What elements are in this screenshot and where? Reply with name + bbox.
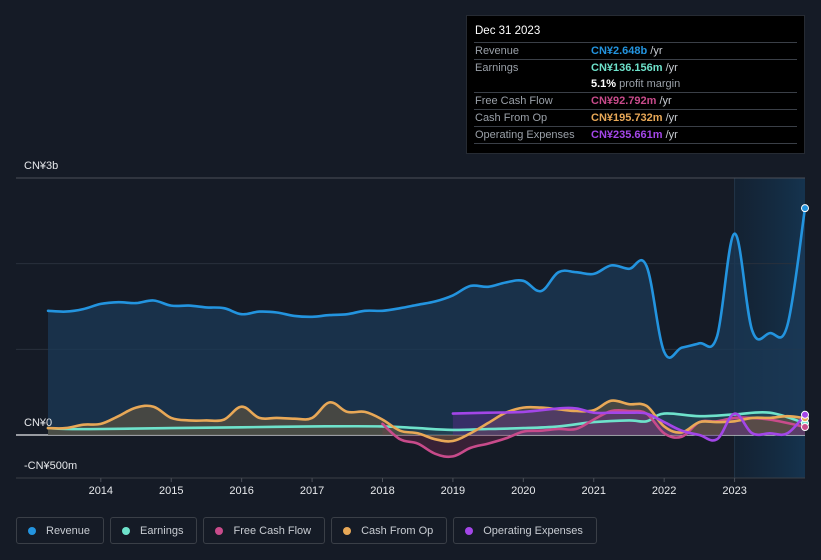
tooltip-unit: /yr <box>650 45 663 57</box>
tooltip-label: Cash From Op <box>475 112 548 124</box>
x-tick-label: 2018 <box>370 485 395 497</box>
x-tick-label: 2019 <box>440 485 466 497</box>
legend-dot-icon <box>343 526 352 535</box>
legend-dot-icon <box>215 526 224 535</box>
y-tick-label-zero: CN¥0 <box>24 417 53 429</box>
tooltip-label: Earnings <box>475 62 519 74</box>
x-tick-label: 2021 <box>581 485 606 497</box>
legend-item-earnings[interactable]: Earnings <box>110 517 198 544</box>
x-tick-label: 2022 <box>651 485 677 497</box>
legend-label: Free Cash Flow <box>233 524 312 537</box>
tooltip-label: Operating Expenses <box>475 129 575 141</box>
x-tick-label: 2014 <box>88 485 114 497</box>
legend-item-cash-from-op[interactable]: Cash From Op <box>331 517 448 544</box>
legend-item-revenue[interactable]: Revenue <box>16 517 105 544</box>
legend-item-operating-expenses[interactable]: Operating Expenses <box>453 517 597 544</box>
legend-label: Cash From Op <box>361 524 434 537</box>
tooltip-unit: /yr <box>659 95 672 107</box>
tooltip-unit: /yr <box>665 129 678 141</box>
x-tick-label: 2020 <box>511 485 536 497</box>
y-tick-label-bottom: -CN¥500m <box>24 460 78 472</box>
tooltip-value: CN¥195.732m <box>591 112 663 124</box>
tooltip-row-profit-margin: 5.1% profit margin <box>474 76 797 93</box>
profit-margin-value: 5.1% <box>591 78 617 90</box>
y-tick-label-top: CN¥3b <box>24 160 59 172</box>
tooltip-row-cash-from-op: Cash From Op CN¥195.732m /yr <box>474 110 797 127</box>
legend-dot-icon <box>122 526 131 535</box>
tooltip-row-revenue: Revenue CN¥2.648b /yr <box>474 43 797 60</box>
tooltip-unit: /yr <box>665 112 678 124</box>
tooltip-value: CN¥2.648b <box>591 45 648 57</box>
endpoint-marker-free-cash-flow <box>801 423 809 432</box>
tooltip-row-earnings: Earnings CN¥136.156m /yr <box>474 60 797 76</box>
tooltip-value: CN¥92.792m <box>591 95 657 107</box>
legend-item-free-cash-flow[interactable]: Free Cash Flow <box>203 517 326 544</box>
legend-dot-icon <box>28 526 36 535</box>
legend-label: Earnings <box>140 524 184 537</box>
tooltip-label <box>474 76 591 92</box>
profit-margin-text: profit margin <box>619 78 681 90</box>
legend-label: Operating Expenses <box>483 524 583 537</box>
tooltip-label: Revenue <box>475 45 520 57</box>
legend-label: Revenue <box>46 524 91 537</box>
tooltip-label: Free Cash Flow <box>475 95 553 107</box>
x-tick-label: 2015 <box>158 485 184 497</box>
legend-dot-icon <box>465 526 474 535</box>
x-tick-label: 2017 <box>299 485 325 497</box>
tooltip-unit: /yr <box>665 62 678 74</box>
endpoint-marker-operating-expenses <box>801 410 809 419</box>
tooltip: Dec 31 2023 Revenue CN¥2.648b /yr Earnin… <box>466 15 805 154</box>
endpoint-marker-revenue <box>801 204 809 213</box>
x-tick-label: 2016 <box>229 485 254 497</box>
x-tick-label: 2023 <box>722 485 747 497</box>
tooltip-row-free-cash-flow: Free Cash Flow CN¥92.792m /yr <box>474 93 797 110</box>
legend: Revenue Earnings Free Cash Flow Cash Fro… <box>16 517 597 544</box>
tooltip-value: CN¥136.156m <box>591 62 663 74</box>
tooltip-date: Dec 31 2023 <box>474 24 797 43</box>
tooltip-row-operating-expenses: Operating Expenses CN¥235.661m /yr <box>474 127 797 144</box>
tooltip-value: CN¥235.661m <box>591 129 663 141</box>
